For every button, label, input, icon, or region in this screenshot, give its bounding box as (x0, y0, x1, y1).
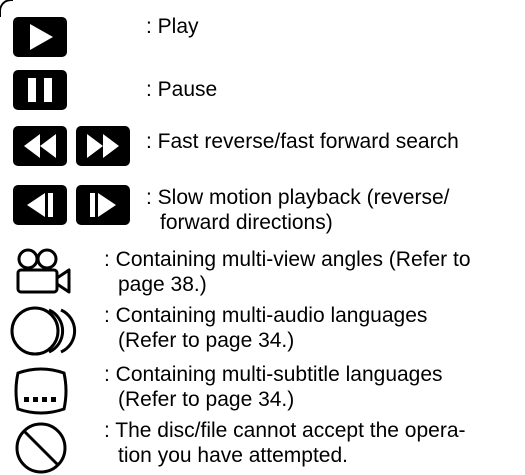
multi-audio-label: : Containing multi-audio languages (Refe… (104, 304, 428, 352)
camera-angle-icon (14, 248, 74, 296)
multi-angle-label: : Containing multi-view angles (Refer to… (104, 248, 471, 296)
prohibited-icon (14, 421, 68, 475)
slow-motion-label: : Slow motion playback (reverse/ forward… (146, 186, 450, 234)
play-icon (13, 17, 67, 57)
fast-search-label: : Fast reverse/fast forward search (146, 130, 459, 153)
corner-decoration (0, 0, 13, 17)
prohibited-label: : The disc/file cannot accept the opera-… (104, 419, 466, 467)
pause-label: : Pause (146, 78, 218, 101)
fast-reverse-icon (13, 126, 67, 166)
slow-reverse-icon (13, 185, 67, 225)
play-label: : Play (146, 15, 199, 38)
subtitle-languages-icon (12, 365, 70, 417)
multi-subtitle-label: : Containing multi-subtitle languages (R… (104, 363, 443, 411)
fast-forward-icon (76, 126, 130, 166)
pause-icon (13, 70, 67, 110)
slow-forward-icon (76, 185, 130, 225)
audio-languages-icon (9, 305, 97, 357)
